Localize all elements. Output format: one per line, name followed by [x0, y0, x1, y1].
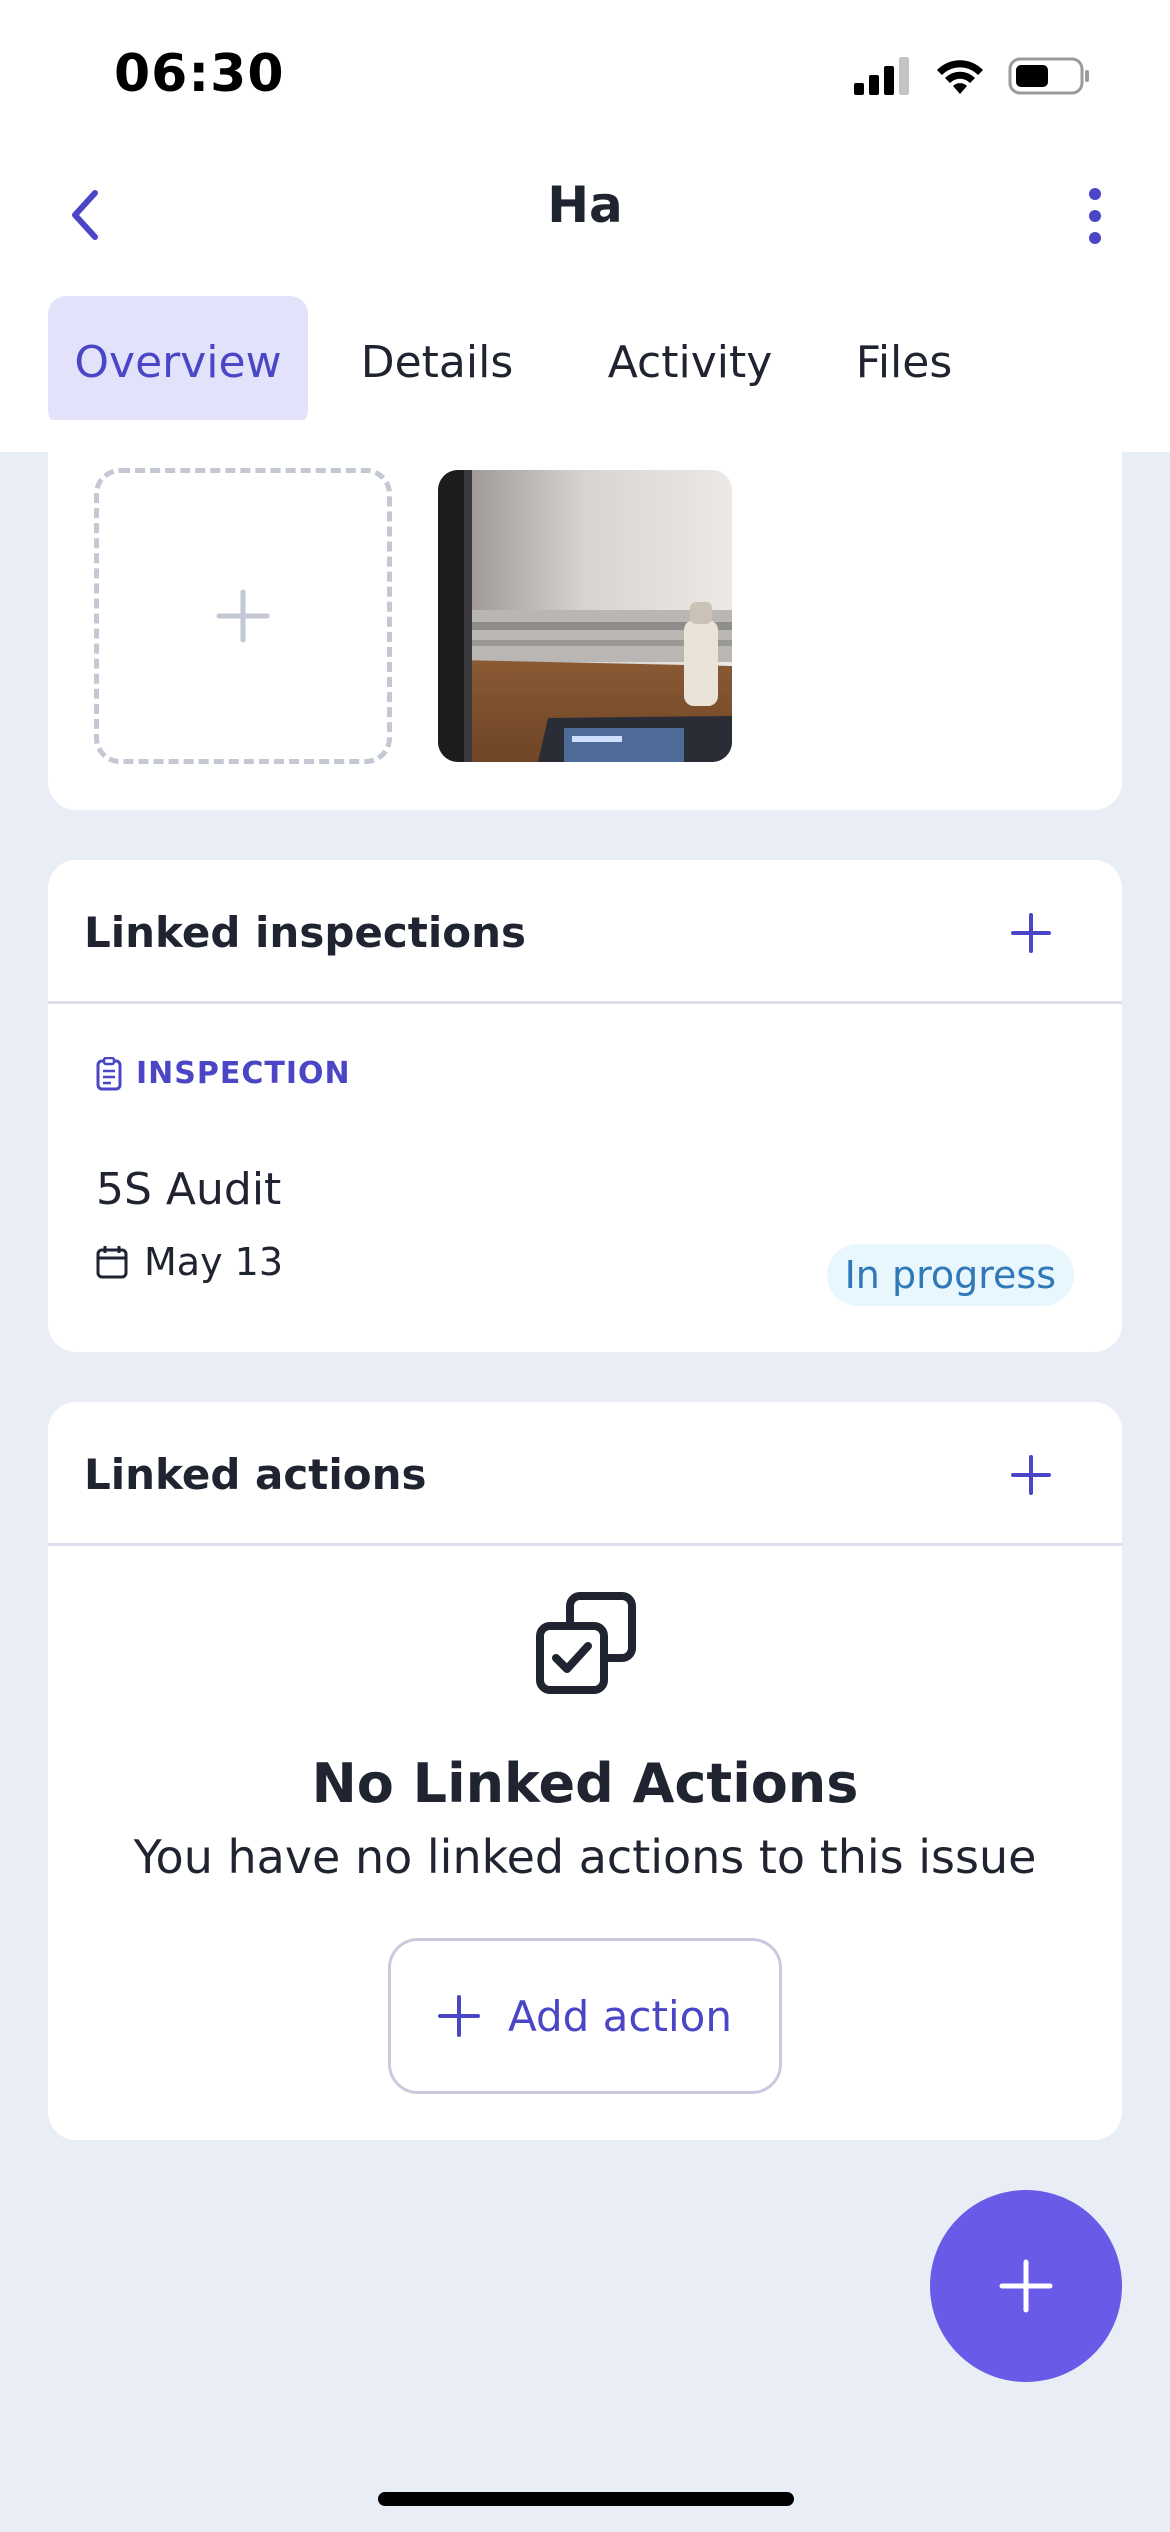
- tab-bar: Overview Details Activity Files: [48, 296, 994, 428]
- wifi-icon: [934, 56, 986, 100]
- photos-card: [48, 420, 1122, 810]
- battery-icon: [1008, 56, 1090, 100]
- photo-thumbnail[interactable]: [438, 470, 732, 762]
- linked-inspections-header: Linked inspections: [48, 860, 1122, 1004]
- home-indicator[interactable]: [378, 2492, 794, 2506]
- empty-state-subtitle: You have no linked actions to this issue: [133, 1830, 1037, 1884]
- floating-add-button[interactable]: [930, 2190, 1122, 2382]
- calendar-icon: [96, 1246, 128, 1279]
- add-action-label: Add action: [508, 1991, 732, 2041]
- page-title: Ha: [547, 176, 623, 234]
- plus-icon: [1011, 913, 1051, 953]
- add-linked-inspection-button[interactable]: [996, 898, 1066, 968]
- status-time: 06:30: [114, 44, 285, 104]
- status-icons: [854, 56, 1090, 100]
- inspection-type: INSPECTION: [96, 1056, 351, 1091]
- add-photo-button[interactable]: [94, 468, 392, 764]
- inspection-type-label: INSPECTION: [136, 1056, 351, 1091]
- signal-icon: [854, 57, 912, 99]
- status-bar: 06:30: [0, 0, 1170, 150]
- tab-overview[interactable]: Overview: [48, 296, 308, 428]
- add-linked-action-button[interactable]: [996, 1440, 1066, 1510]
- more-vertical-icon: [1089, 188, 1101, 244]
- plus-icon: [216, 589, 270, 643]
- inspection-date: May 13: [96, 1240, 283, 1284]
- linked-inspections-card: Linked inspections INSPECTION 5S Audit M…: [48, 860, 1122, 1352]
- top-bar: 06:30 Ha Overview Details Activity Files: [0, 0, 1170, 452]
- inspection-date-text: May 13: [144, 1240, 283, 1284]
- plus-icon: [438, 1995, 481, 2037]
- clipboard-icon: [96, 1056, 122, 1090]
- linked-actions-card: Linked actions No Linked Actions You hav…: [48, 1402, 1122, 2140]
- plus-icon: [1011, 1455, 1051, 1495]
- tab-files[interactable]: Files: [814, 296, 994, 428]
- more-options-button[interactable]: [1060, 176, 1130, 256]
- linked-actions-header: Linked actions: [48, 1402, 1122, 1546]
- add-action-button[interactable]: Add action: [388, 1938, 782, 2094]
- linked-actions-title: Linked actions: [84, 1450, 427, 1499]
- empty-state-title: No Linked Actions: [311, 1752, 859, 1815]
- tab-details[interactable]: Details: [308, 296, 566, 428]
- status-badge: In progress: [826, 1244, 1074, 1306]
- linked-inspections-title: Linked inspections: [84, 908, 527, 957]
- nav-header: Ha: [0, 150, 1170, 270]
- plus-icon: [999, 2259, 1053, 2313]
- inspection-name[interactable]: 5S Audit: [96, 1164, 281, 1215]
- stacked-checkbox-icon: [534, 1592, 638, 1696]
- tab-activity[interactable]: Activity: [566, 296, 814, 428]
